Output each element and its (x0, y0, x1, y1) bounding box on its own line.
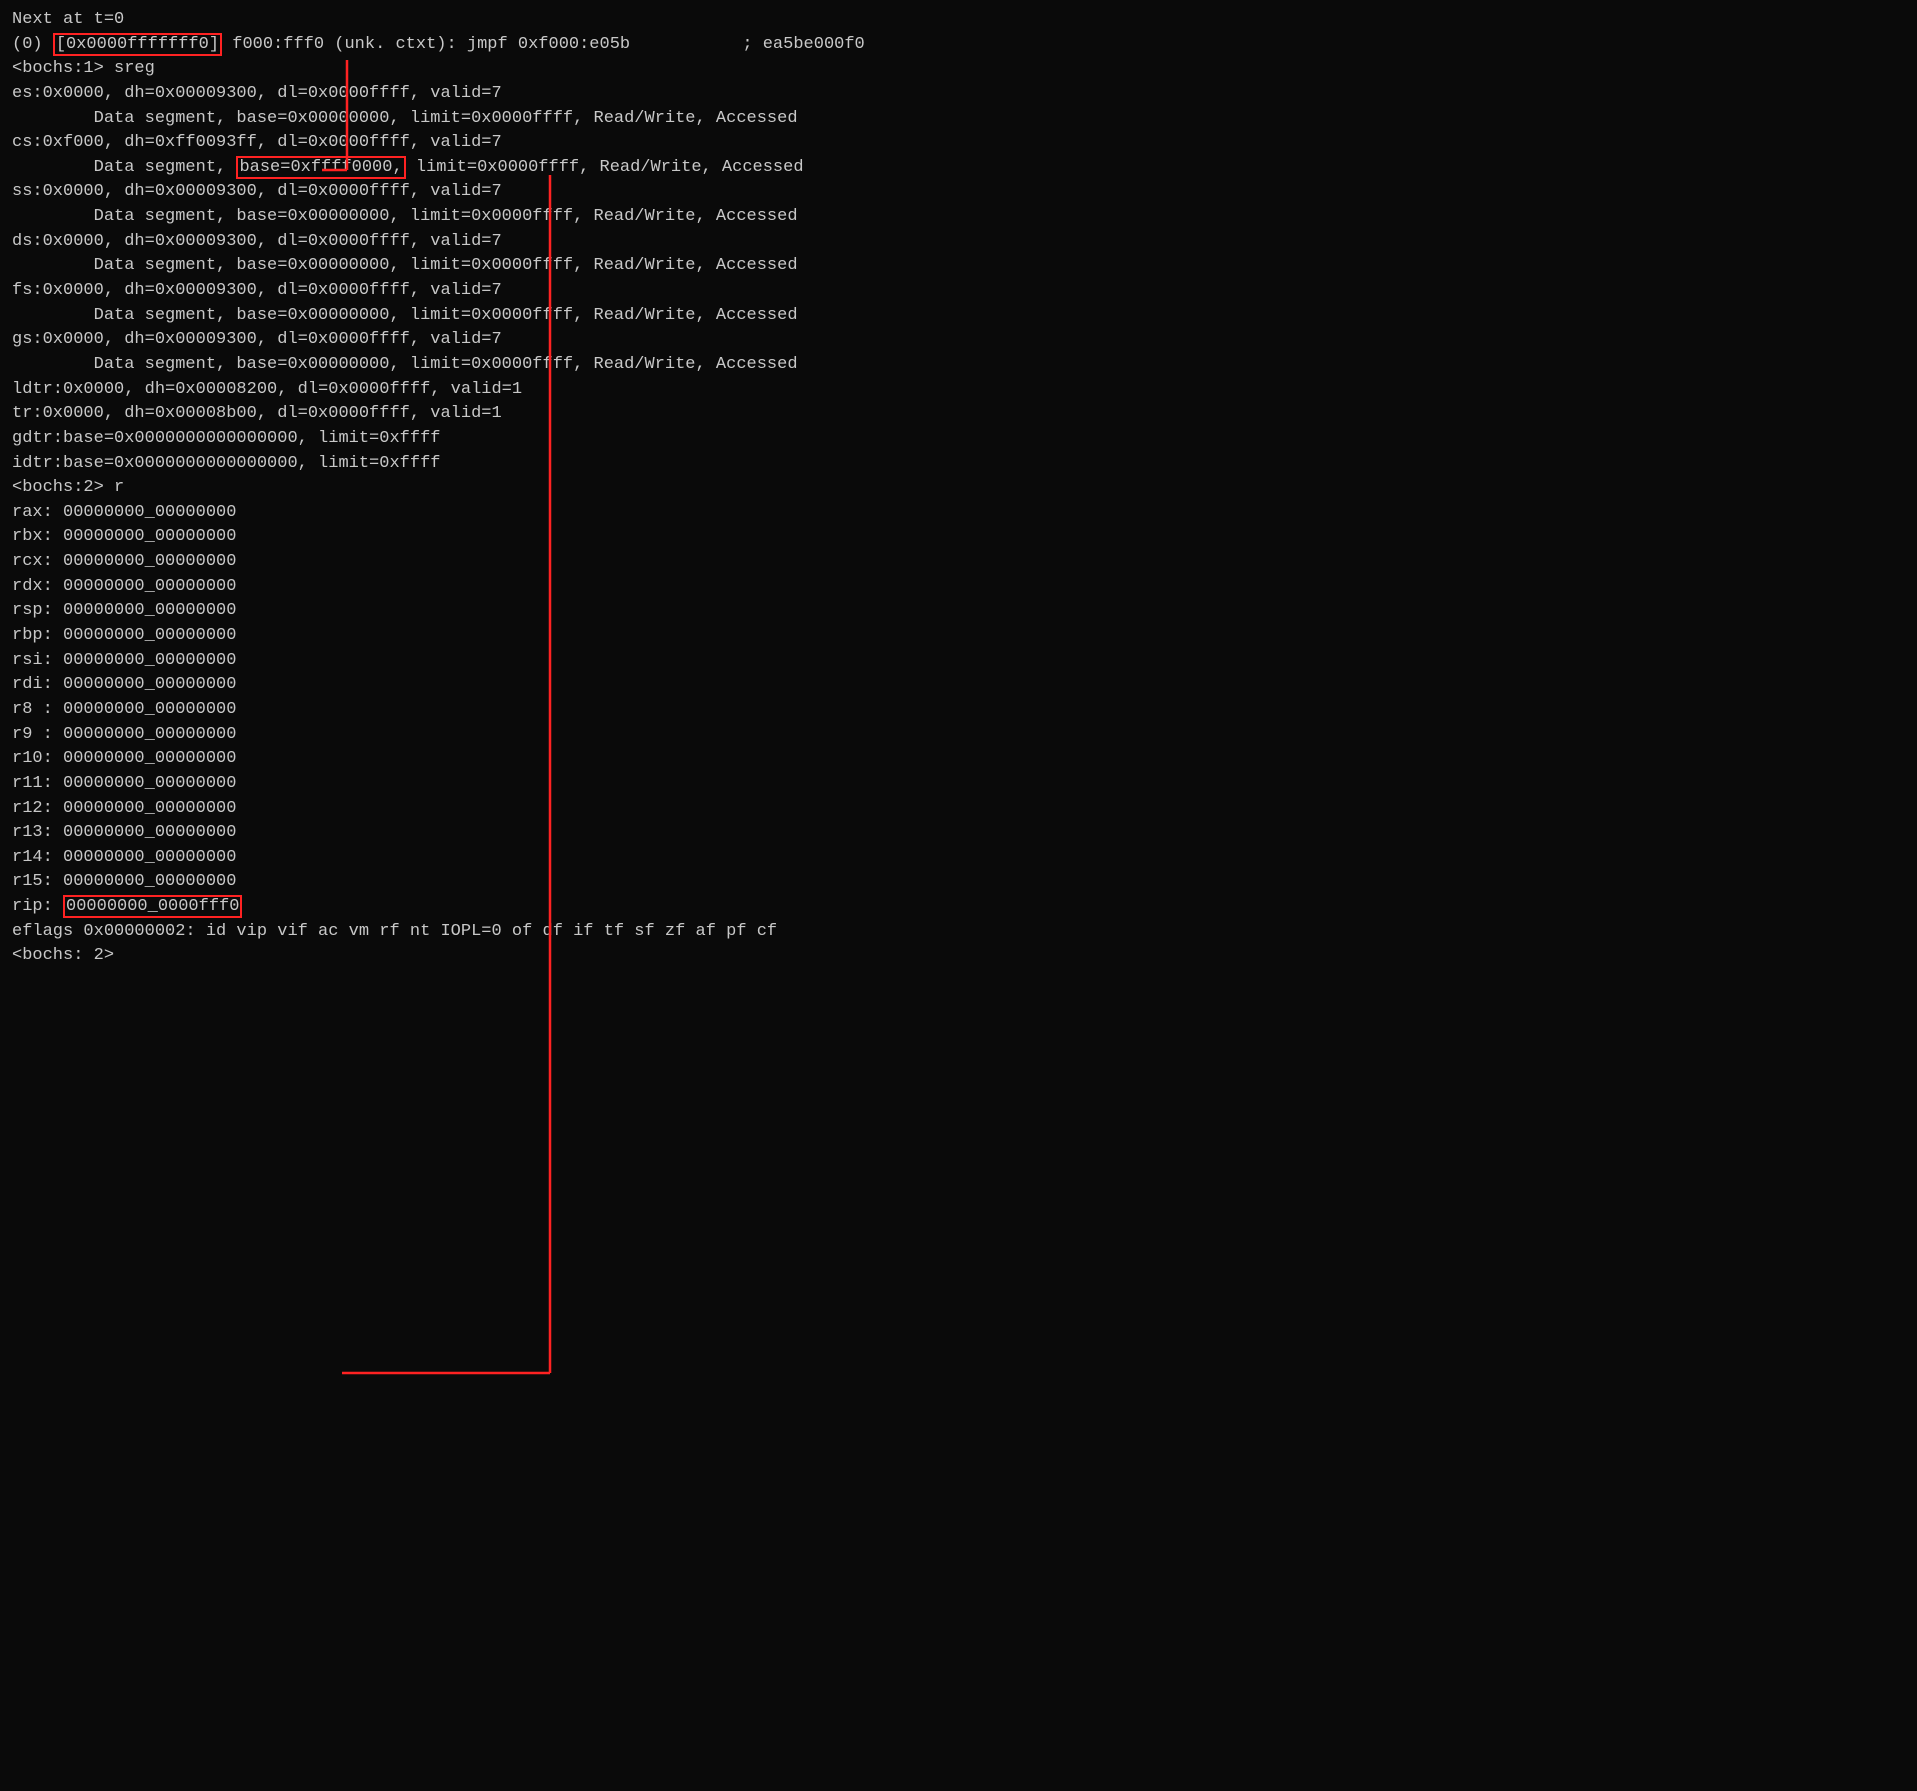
terminal-line-3: <bochs:1> sreg (12, 57, 1905, 82)
terminal-line-28: rdi: 00000000_00000000 (12, 673, 1905, 698)
terminal-line-4: es:0x0000, dh=0x00009300, dl=0x0000ffff,… (12, 82, 1905, 107)
terminal-line-38: eflags 0x00000002: id vip vif ac vm rf n… (12, 920, 1905, 945)
terminal-line-37: rip: 00000000_0000fff0 (12, 895, 1905, 920)
terminal-line-31: r10: 00000000_00000000 (12, 747, 1905, 772)
terminal-line-13: Data segment, base=0x00000000, limit=0x0… (12, 304, 1905, 329)
terminal-line-25: rsp: 00000000_00000000 (12, 599, 1905, 624)
terminal-line-32: r11: 00000000_00000000 (12, 772, 1905, 797)
terminal-line-27: rsi: 00000000_00000000 (12, 649, 1905, 674)
highlight-rip: 00000000_0000fff0 (63, 895, 242, 918)
terminal-window: Next at t=0 (0) [0x0000fffffff0] f000:ff… (12, 8, 1905, 969)
highlight-address-1: [0x0000fffffff0] (53, 33, 222, 56)
terminal-line-21: rax: 00000000_00000000 (12, 501, 1905, 526)
terminal-line-10: ds:0x0000, dh=0x00009300, dl=0x0000ffff,… (12, 230, 1905, 255)
terminal-line-18: gdtr:base=0x0000000000000000, limit=0xff… (12, 427, 1905, 452)
terminal-line-26: rbp: 00000000_00000000 (12, 624, 1905, 649)
terminal-line-35: r14: 00000000_00000000 (12, 846, 1905, 871)
terminal-line-12: fs:0x0000, dh=0x00009300, dl=0x0000ffff,… (12, 279, 1905, 304)
terminal-line-33: r12: 00000000_00000000 (12, 797, 1905, 822)
terminal-line-15: Data segment, base=0x00000000, limit=0x0… (12, 353, 1905, 378)
terminal-line-8: ss:0x0000, dh=0x00009300, dl=0x0000ffff,… (12, 180, 1905, 205)
terminal-line-17: tr:0x0000, dh=0x00008b00, dl=0x0000ffff,… (12, 402, 1905, 427)
terminal-line-22: rbx: 00000000_00000000 (12, 525, 1905, 550)
terminal-line-7: Data segment, base=0xffff0000, limit=0x0… (12, 156, 1905, 181)
terminal-line-5: Data segment, base=0x00000000, limit=0x0… (12, 107, 1905, 132)
terminal-line-20: <bochs:2> r (12, 476, 1905, 501)
terminal-line-30: r9 : 00000000_00000000 (12, 723, 1905, 748)
terminal-line-1: Next at t=0 (12, 8, 1905, 33)
terminal-line-39: <bochs: 2> (12, 944, 1905, 969)
highlight-base-cs: base=0xffff0000, (236, 156, 405, 179)
terminal-line-34: r13: 00000000_00000000 (12, 821, 1905, 846)
terminal-line-16: ldtr:0x0000, dh=0x00008200, dl=0x0000fff… (12, 378, 1905, 403)
terminal-line-2: (0) [0x0000fffffff0] f000:fff0 (unk. ctx… (12, 33, 1905, 58)
terminal-line-9: Data segment, base=0x00000000, limit=0x0… (12, 205, 1905, 230)
terminal-line-36: r15: 00000000_00000000 (12, 870, 1905, 895)
terminal-line-11: Data segment, base=0x00000000, limit=0x0… (12, 254, 1905, 279)
terminal-line-14: gs:0x0000, dh=0x00009300, dl=0x0000ffff,… (12, 328, 1905, 353)
terminal-line-19: idtr:base=0x0000000000000000, limit=0xff… (12, 452, 1905, 477)
terminal-line-6: cs:0xf000, dh=0xff0093ff, dl=0x0000ffff,… (12, 131, 1905, 156)
terminal-line-23: rcx: 00000000_00000000 (12, 550, 1905, 575)
terminal-line-29: r8 : 00000000_00000000 (12, 698, 1905, 723)
terminal-line-24: rdx: 00000000_00000000 (12, 575, 1905, 600)
